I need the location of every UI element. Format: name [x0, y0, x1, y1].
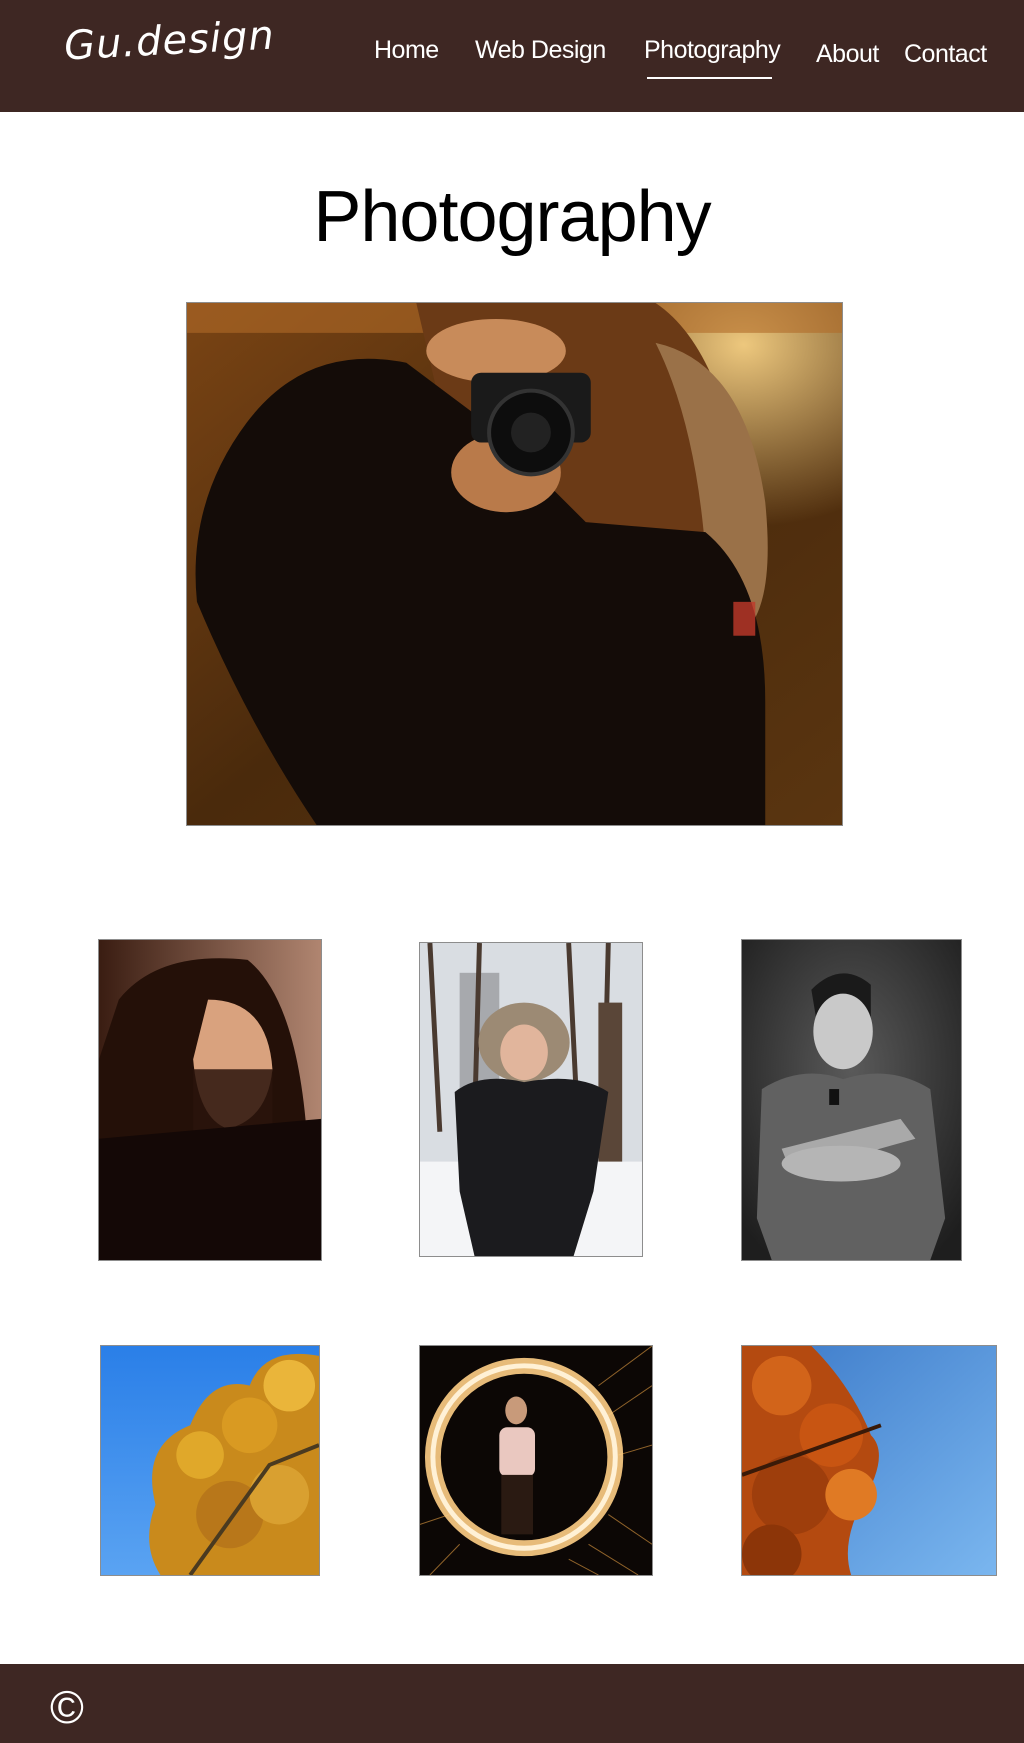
yellow-tree-image [101, 1346, 319, 1575]
page-title: Photography [313, 177, 711, 257]
site-footer: © [0, 1664, 1024, 1743]
photo-light-ring[interactable] [419, 1345, 653, 1576]
nav-photography[interactable]: Photography [644, 36, 781, 79]
photographer-image [187, 303, 842, 825]
copyright-symbol: © [50, 1681, 84, 1733]
photo-portrait-shadow[interactable] [98, 939, 322, 1261]
photo-red-tree[interactable] [741, 1345, 997, 1576]
red-tree-image [742, 1346, 996, 1575]
man-tattoos-image [742, 940, 961, 1260]
nav-contact[interactable]: Contact [904, 40, 987, 69]
nav-web-design[interactable]: Web Design [475, 36, 606, 65]
photo-man-tattoos[interactable] [741, 939, 962, 1261]
site-header: Gu.design Home Web Design Photography Ab… [0, 0, 1024, 112]
light-ring-image [420, 1346, 652, 1575]
photo-winter-hood[interactable] [419, 942, 643, 1257]
nav-home[interactable]: Home [374, 36, 439, 65]
hero-photo-photographer[interactable] [186, 302, 843, 826]
site-logo[interactable]: Gu.design [63, 13, 276, 70]
winter-hood-image [420, 943, 642, 1256]
photo-yellow-tree[interactable] [100, 1345, 320, 1576]
portrait-shadow-image [99, 940, 321, 1260]
nav-about[interactable]: About [816, 40, 879, 69]
